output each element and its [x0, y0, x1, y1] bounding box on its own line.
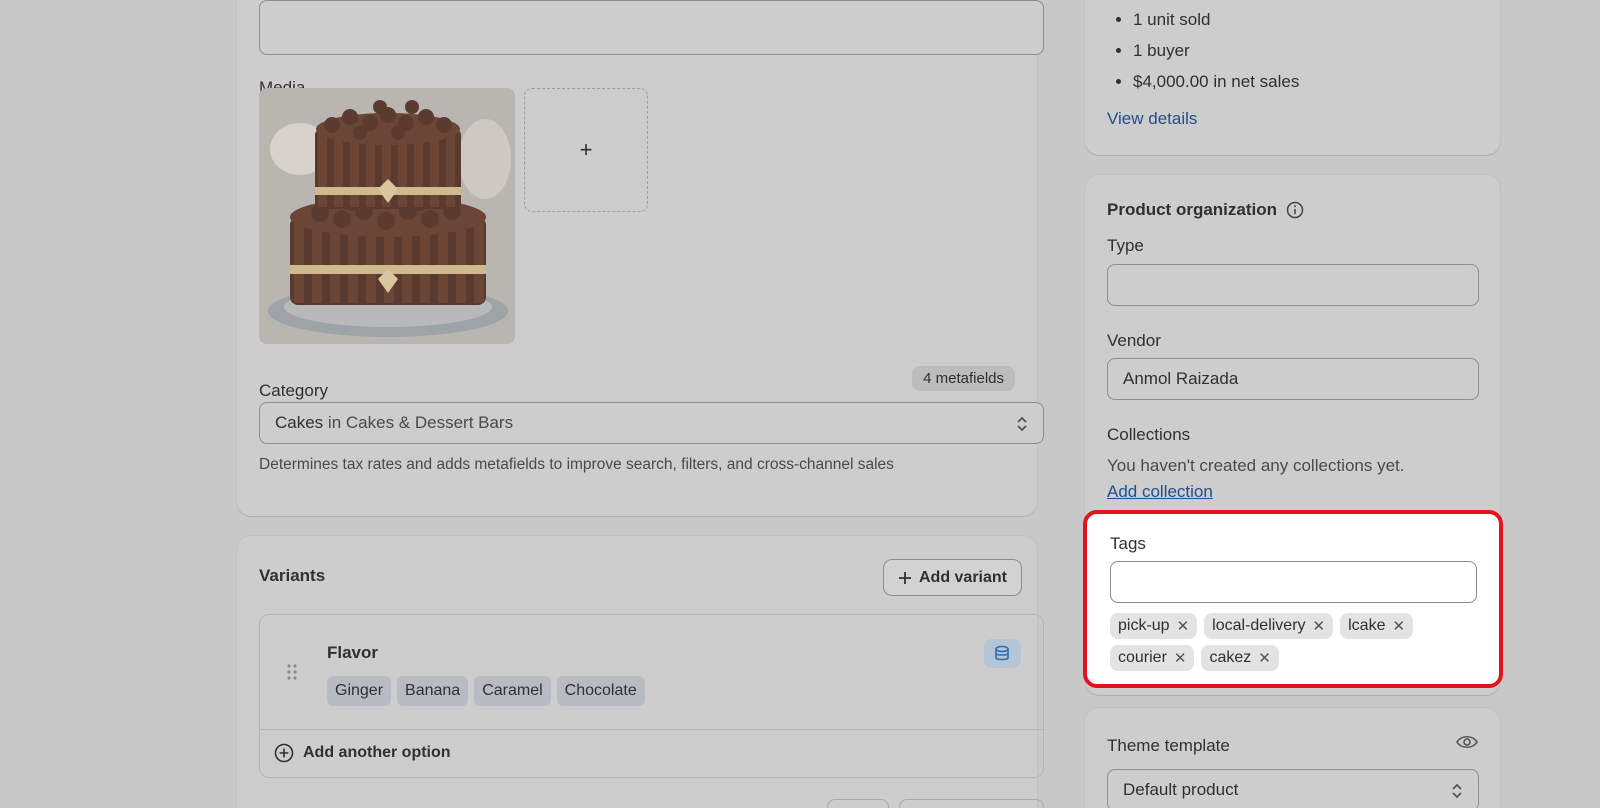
- insight-item: 1 unit sold: [1133, 4, 1299, 35]
- collections-empty-text: You haven't created any collections yet.: [1107, 456, 1405, 475]
- insight-item: 1 buyer: [1133, 35, 1299, 66]
- add-variant-label: Add variant: [918, 568, 1007, 586]
- insights-card: 1 unit sold 1 buyer $4,000.00 in net sal…: [1085, 0, 1500, 155]
- theme-template-label: Theme template: [1107, 736, 1230, 755]
- category-selected-primary: Cakes: [275, 413, 324, 432]
- variants-title: Variants: [259, 566, 326, 585]
- product-organization-title: Product organization: [1107, 200, 1304, 220]
- cake-image-illustration: [260, 89, 514, 343]
- category-help-text: Determines tax rates and adds metafields…: [259, 456, 894, 473]
- variants-card: Variants Add variant Flavor Ginger Banan…: [237, 536, 1044, 808]
- product-organization-title-text: Product organization: [1107, 200, 1277, 219]
- insight-item: $4,000.00 in net sales: [1133, 66, 1299, 97]
- option-value-chip[interactable]: Banana: [397, 676, 469, 706]
- drag-handle-icon[interactable]: [286, 663, 298, 681]
- chevron-up-down-icon: [1450, 781, 1464, 801]
- chevron-up-down-icon: [1015, 414, 1029, 434]
- theme-template-value: Default product: [1123, 780, 1239, 799]
- option-value-chip[interactable]: Ginger: [327, 676, 392, 706]
- tag-label: pick-up: [1118, 617, 1170, 634]
- variant-option-box: Flavor Ginger Banana Caramel Chocolate A…: [259, 614, 1044, 778]
- theme-template-card: Theme template Default product: [1085, 708, 1500, 808]
- tags-input[interactable]: [1110, 561, 1477, 603]
- add-collection-link[interactable]: Add collection: [1107, 482, 1213, 502]
- add-media-button[interactable]: +: [524, 88, 648, 212]
- vendor-label: Vendor: [1107, 331, 1161, 350]
- tag-label: courier: [1118, 649, 1167, 666]
- add-another-option-label: Add another option: [303, 744, 451, 761]
- vendor-input[interactable]: Anmol Raizada: [1107, 358, 1479, 400]
- category-label: Category: [259, 381, 328, 400]
- tag-label: local-delivery: [1212, 617, 1306, 634]
- metafields-badge[interactable]: 4 metafields: [912, 366, 1015, 391]
- add-variant-button[interactable]: Add variant: [882, 559, 1022, 596]
- type-input[interactable]: [1107, 264, 1479, 306]
- info-icon[interactable]: [1286, 201, 1304, 219]
- vendor-value: Anmol Raizada: [1123, 369, 1239, 388]
- tag-label: cakez: [1209, 649, 1252, 666]
- option-value-chip[interactable]: Caramel: [474, 676, 551, 706]
- close-icon[interactable]: ✕: [1392, 619, 1405, 634]
- tags-list: pick-up ✕ local-delivery ✕ lcake ✕ couri…: [1110, 613, 1490, 671]
- plus-icon: [898, 571, 912, 585]
- collections-label: Collections: [1107, 425, 1191, 444]
- description-editor[interactable]: [259, 0, 1044, 55]
- insights-list: 1 unit sold 1 buyer $4,000.00 in net sal…: [1133, 4, 1299, 97]
- tag-label: lcake: [1348, 617, 1386, 634]
- option-name[interactable]: Flavor: [327, 643, 378, 663]
- category-select[interactable]: Cakes in Cakes & Dessert Bars: [259, 402, 1044, 444]
- product-image-cake[interactable]: [259, 88, 515, 344]
- variant-toolbar-button[interactable]: [899, 799, 1044, 808]
- close-icon[interactable]: ✕: [1177, 619, 1190, 634]
- tag-chip: cakez ✕: [1201, 645, 1279, 671]
- tag-chip: lcake ✕: [1340, 613, 1414, 639]
- category-selected-secondary: in Cakes & Dessert Bars: [327, 413, 514, 432]
- option-values: Ginger Banana Caramel Chocolate: [327, 676, 645, 706]
- type-label: Type: [1107, 236, 1144, 255]
- tag-chip: local-delivery ✕: [1204, 613, 1334, 639]
- option-value-chip[interactable]: Chocolate: [556, 676, 645, 706]
- tag-chip: pick-up ✕: [1110, 613, 1198, 639]
- tags-panel: Tags pick-up ✕ local-delivery ✕ lcake ✕ …: [1083, 510, 1503, 688]
- metafield-database-icon[interactable]: [984, 639, 1021, 668]
- plus-icon: +: [579, 137, 593, 162]
- variant-toolbar-button[interactable]: [827, 799, 889, 808]
- plus-circle-icon: [274, 743, 294, 763]
- tags-label: Tags: [1110, 534, 1146, 553]
- add-another-option-button[interactable]: Add another option: [274, 743, 451, 763]
- divider: [260, 729, 1043, 730]
- view-details-link[interactable]: View details: [1107, 109, 1197, 129]
- close-icon[interactable]: ✕: [1313, 619, 1326, 634]
- tag-chip: courier ✕: [1110, 645, 1195, 671]
- product-details-card: Media: [237, 0, 1044, 516]
- theme-template-select[interactable]: Default product: [1107, 769, 1479, 808]
- eye-icon[interactable]: [1456, 734, 1478, 750]
- close-icon[interactable]: ✕: [1258, 651, 1271, 666]
- close-icon[interactable]: ✕: [1174, 651, 1187, 666]
